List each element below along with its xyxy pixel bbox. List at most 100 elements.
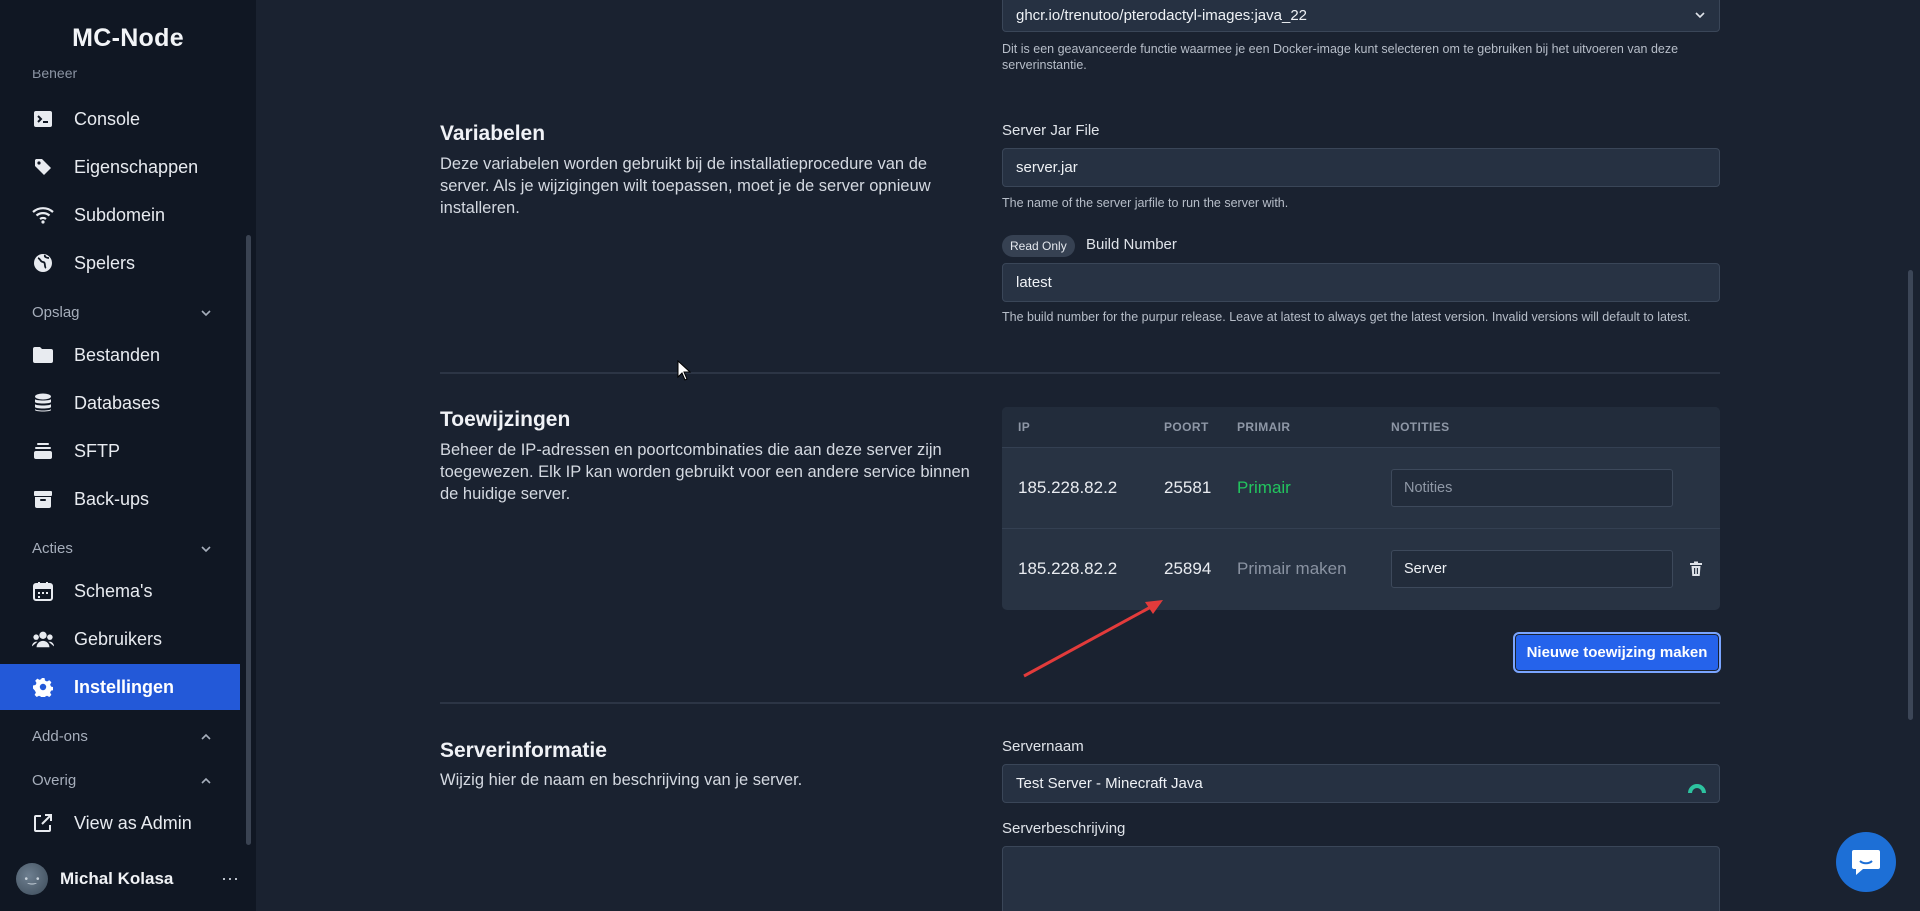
make-primary-button[interactable]: Primair maken [1237, 559, 1347, 579]
server-jar-help: The name of the server jarfile to run th… [1002, 196, 1289, 210]
trash-icon[interactable] [1688, 561, 1704, 577]
build-number-help: The build number for the purpur release.… [1002, 310, 1691, 324]
sidebar-item-eigenschappen[interactable]: Eigenschappen [0, 144, 240, 190]
server-description-label: Serverbeschrijving [1002, 820, 1126, 837]
allocation-port: 25894 [1164, 559, 1212, 578]
brand-logo[interactable]: MC-Node [0, 24, 256, 53]
sidebar-item-subdomein[interactable]: Subdomein [0, 192, 240, 238]
build-number-input[interactable]: latest [1002, 263, 1720, 302]
server-name-label: Servernaam [1002, 738, 1084, 755]
external-link-icon [32, 812, 54, 834]
column-ip: IP [1018, 420, 1031, 434]
tag-icon [32, 156, 54, 178]
sidebar-item-schemas[interactable]: Schema's [0, 568, 240, 614]
section-label: Opslag [32, 304, 80, 321]
section-title-variabelen: Variabelen [440, 122, 546, 145]
chevron-down-icon [201, 545, 211, 552]
calendar-icon [32, 580, 54, 602]
gear-icon [32, 676, 54, 698]
wifi-icon [32, 204, 54, 226]
section-desc-serverinformatie: Wijzig hier de naam en beschrijving van … [440, 771, 803, 789]
sidebar-item-label: Gebruikers [74, 628, 163, 649]
chat-button[interactable] [1836, 832, 1896, 892]
globe-icon [32, 252, 54, 274]
docker-image-select[interactable]: ghcr.io/trenutoo/pterodactyl-images:java… [1002, 0, 1720, 32]
sidebar-section-overig[interactable]: Overig [32, 772, 212, 789]
build-number-label: Build Number [1086, 236, 1177, 253]
mouse-cursor-icon [677, 360, 691, 381]
sidebar-item-view-as-admin[interactable]: View as Admin [0, 800, 240, 846]
section-label: Add-ons [32, 728, 88, 745]
avatar: •‿• [16, 863, 48, 895]
sidebar: MC-Node Beheer Console Eigenschappen Sub… [0, 0, 256, 911]
user-menu[interactable]: •‿• Michal Kolasa ⋯ [16, 862, 240, 896]
server-jar-input[interactable]: server.jar [1002, 148, 1720, 187]
sidebar-item-bestanden[interactable]: Bestanden [0, 332, 240, 378]
sidebar-item-label: Databases [74, 392, 161, 413]
sidebar-item-label: SFTP [74, 440, 121, 461]
chat-icon [1852, 850, 1880, 875]
chevron-up-icon [201, 733, 211, 740]
section-title-serverinformatie: Serverinformatie [440, 739, 607, 762]
table-row: 185.228.82.2 25581 Primair Notities [1002, 447, 1720, 528]
column-port: POORT [1164, 420, 1209, 434]
divider [440, 702, 1720, 704]
allocations-table: IP POORT PRIMAIR NOTITIES 185.228.82.2 2… [1002, 407, 1720, 610]
build-number-value: latest [1016, 274, 1052, 291]
sidebar-section-beheer: Beheer [32, 70, 78, 80]
allocation-ip: 185.228.82.2 [1018, 478, 1118, 497]
server-description-textarea[interactable] [1002, 846, 1720, 911]
main-scrollbar[interactable] [1908, 270, 1913, 720]
docker-image-value: ghcr.io/trenutoo/pterodactyl-images:java… [1016, 6, 1308, 24]
sidebar-item-label: View as Admin [74, 812, 192, 833]
sidebar-scrollbar[interactable] [246, 235, 251, 845]
sidebar-item-label: Spelers [74, 252, 136, 273]
divider [440, 372, 1720, 374]
table-header: IP POORT PRIMAIR NOTITIES [1002, 407, 1720, 447]
sidebar-item-label: Instellingen [74, 676, 175, 697]
password-manager-icon[interactable] [1686, 775, 1708, 797]
section-desc-variabelen: Deze variabelen worden gebruikt bij de i… [440, 155, 931, 217]
section-title-toewijzingen: Toewijzingen [440, 408, 571, 431]
sidebar-item-sftp[interactable]: SFTP [0, 428, 240, 474]
section-label: Overig [32, 772, 77, 789]
allocation-ip: 185.228.82.2 [1018, 559, 1118, 578]
sidebar-item-console[interactable]: Console [0, 96, 240, 142]
sidebar-item-gebruikers[interactable]: Gebruikers [0, 616, 240, 662]
chevron-up-icon [201, 777, 211, 784]
server-name-input[interactable]: Test Server - Minecraft Java [1002, 764, 1720, 803]
section-desc-toewijzingen: Beheer de IP-adressen en poortcombinatie… [440, 441, 970, 503]
chevron-down-icon [201, 309, 211, 316]
notes-input[interactable]: Notities [1391, 469, 1673, 507]
sidebar-item-label: Bestanden [74, 344, 161, 365]
terminal-icon [32, 108, 54, 130]
docker-image-help: Dit is een geavanceerde functie waarmee … [1002, 42, 1679, 72]
chevron-down-icon [1695, 12, 1705, 19]
sidebar-section-addons[interactable]: Add-ons [32, 728, 212, 745]
sidebar-item-instellingen[interactable]: Instellingen [0, 664, 240, 710]
notes-value: Server [1404, 561, 1447, 577]
new-allocation-button[interactable]: Nieuwe toewijzing maken [1513, 632, 1721, 673]
notes-input[interactable]: Server [1391, 550, 1673, 588]
user-name: Michal Kolasa [60, 869, 174, 888]
read-only-badge: Read Only [1002, 235, 1075, 257]
sidebar-item-databases[interactable]: Databases [0, 380, 240, 426]
database-icon [32, 392, 54, 414]
section-label: Acties [32, 540, 73, 557]
sidebar-item-label: Subdomein [74, 204, 166, 225]
more-options-icon[interactable]: ⋯ [221, 869, 240, 890]
column-primary: PRIMAIR [1237, 420, 1291, 434]
sidebar-item-back-ups[interactable]: Back-ups [0, 476, 240, 522]
sidebar-item-label: Back-ups [74, 488, 150, 509]
server-jar-value: server.jar [1016, 159, 1078, 176]
sidebar-section-acties[interactable]: Acties [32, 540, 212, 557]
archive-icon [32, 488, 54, 510]
users-icon [32, 628, 54, 650]
column-notes: NOTITIES [1391, 420, 1450, 434]
allocation-port: 25581 [1164, 478, 1212, 497]
sidebar-section-opslag[interactable]: Opslag [32, 304, 212, 321]
folder-icon [32, 344, 54, 366]
sidebar-item-spelers[interactable]: Spelers [0, 240, 240, 286]
server-jar-label: Server Jar File [1002, 122, 1100, 139]
sidebar-item-label: Schema's [74, 580, 153, 601]
